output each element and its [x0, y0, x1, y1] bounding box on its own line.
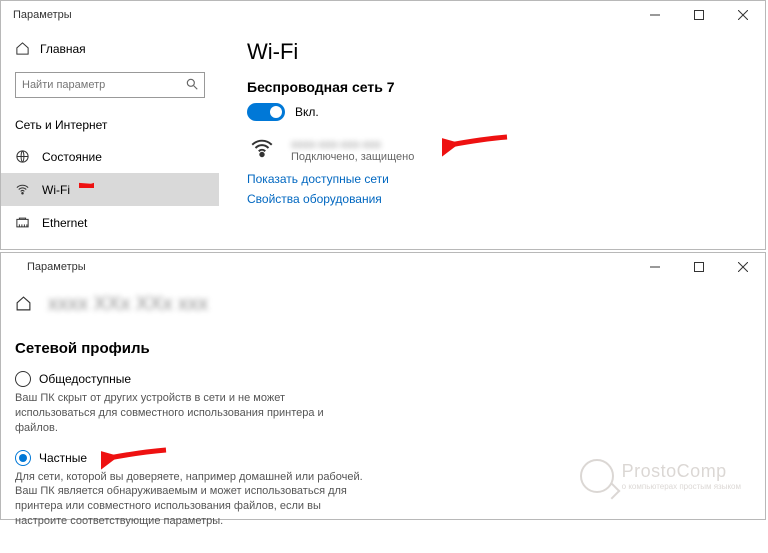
ssid-title-blurred: xxxx XXx XXx xxx: [48, 293, 208, 316]
toggle-label: Вкл.: [295, 105, 319, 119]
wifi-toggle[interactable]: Вкл.: [247, 103, 319, 121]
watermark: ProstoComp о компьютерах простым языком: [580, 459, 741, 493]
toggle-track: [247, 103, 285, 121]
annotation-arrow: [79, 173, 94, 188]
sidebar-item-wifi[interactable]: Wi-Fi: [1, 173, 219, 206]
section-heading: Сетевой профиль: [15, 340, 367, 357]
home-link[interactable]: Главная: [1, 35, 219, 62]
sidebar-item-label: Wi-Fi: [42, 183, 70, 197]
sidebar-item-label: Ethernet: [42, 216, 87, 230]
sidebar-item-label: Состояние: [42, 150, 102, 164]
hardware-properties-link[interactable]: Свойства оборудования: [247, 192, 745, 206]
private-description: Для сети, которой вы доверяете, например…: [15, 470, 367, 529]
watermark-icon: [580, 459, 614, 493]
close-button[interactable]: [721, 1, 765, 29]
window-title: Параметры: [13, 9, 633, 21]
sidebar-item-ethernet[interactable]: Ethernet: [1, 206, 219, 239]
minimize-button[interactable]: [633, 1, 677, 29]
radio-icon-selected: [15, 450, 31, 466]
connected-network[interactable]: xxxx-xxx-xxx-xxx Подключено, защищено: [247, 135, 745, 164]
page-title: Wi-Fi: [247, 39, 745, 65]
show-networks-link[interactable]: Показать доступные сети: [247, 172, 745, 186]
public-description: Ваш ПК скрыт от других устройств в сети …: [15, 391, 367, 436]
search-input[interactable]: [15, 72, 205, 98]
status-icon: [15, 149, 30, 164]
wifi-signal-icon: [247, 135, 277, 164]
home-label: Главная: [40, 42, 86, 56]
radio-public[interactable]: Общедоступные: [15, 371, 367, 387]
radio-icon: [15, 371, 31, 387]
radio-private[interactable]: Частные: [15, 450, 367, 466]
sidebar-item-status[interactable]: Состояние: [1, 140, 219, 173]
watermark-title: ProstoComp: [622, 461, 741, 482]
wifi-icon: [15, 182, 30, 197]
annotation-arrow: [442, 129, 512, 159]
ethernet-icon: [15, 215, 30, 230]
network-name: Беспроводная сеть 7: [247, 79, 745, 95]
connection-status: Подключено, защищено: [291, 151, 414, 163]
ssid-blurred: xxxx-xxx-xxx-xxx: [291, 137, 414, 151]
radio-label: Общедоступные: [39, 372, 131, 386]
window-title: Параметры: [13, 261, 633, 273]
radio-label: Частные: [39, 451, 87, 465]
search-icon: [185, 77, 199, 94]
maximize-button[interactable]: [677, 253, 721, 281]
close-button[interactable]: [721, 253, 765, 281]
maximize-button[interactable]: [677, 1, 721, 29]
home-icon[interactable]: [15, 295, 32, 315]
minimize-button[interactable]: [633, 253, 677, 281]
home-icon: [15, 41, 30, 56]
watermark-subtitle: о компьютерах простым языком: [622, 482, 741, 491]
section-label: Сеть и Интернет: [1, 112, 219, 140]
